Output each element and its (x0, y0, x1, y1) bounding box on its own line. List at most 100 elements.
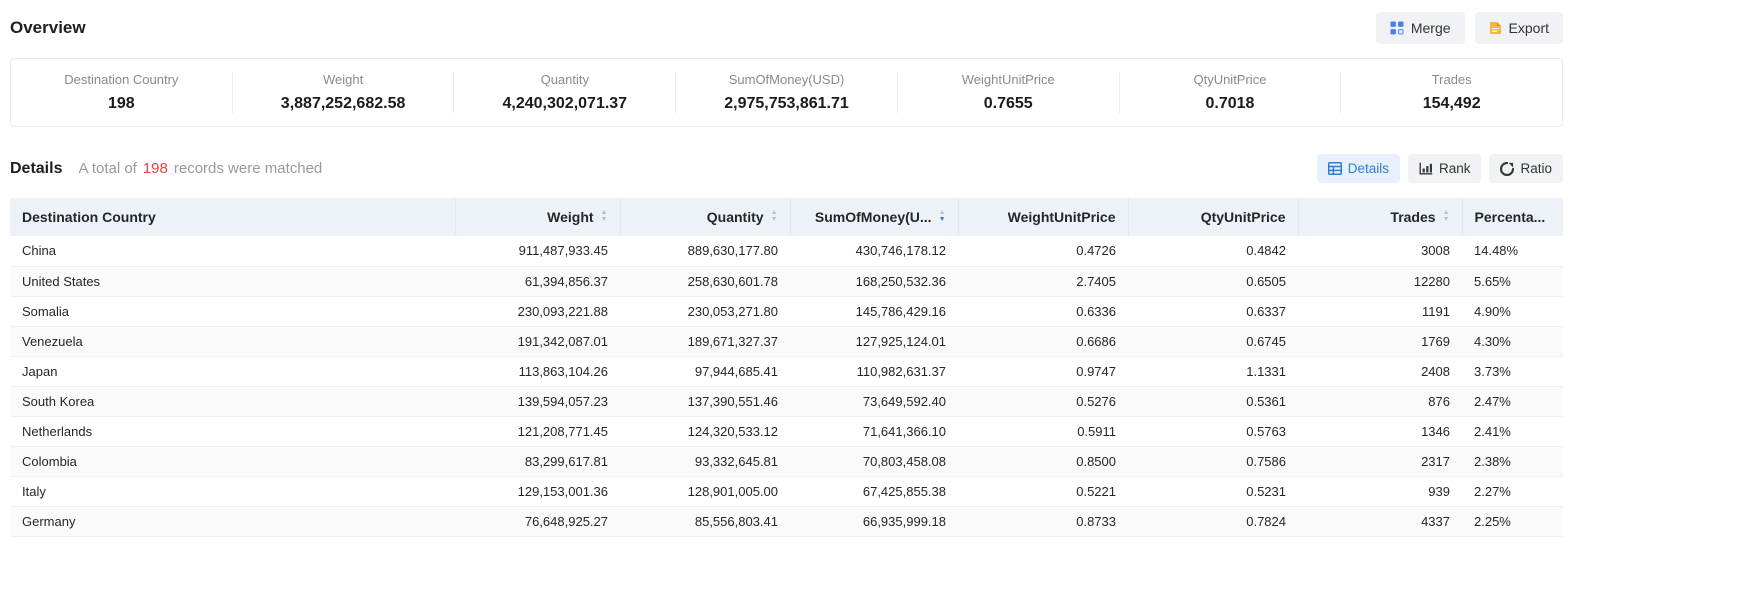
details-header: Details A total of 198 records were matc… (10, 154, 1563, 183)
table-row[interactable]: Japan 113,863,104.26 97,944,685.41 110,9… (10, 356, 1563, 386)
rank-chart-icon (1419, 162, 1433, 175)
cell-qty-unit-price: 0.7824 (1128, 506, 1298, 536)
cell-weight-unit-price: 0.5221 (958, 476, 1128, 506)
merge-icon (1390, 21, 1404, 35)
cell-weight-unit-price: 0.6336 (958, 296, 1128, 326)
cell-sum-usd: 127,925,124.01 (790, 326, 958, 356)
cell-sum-usd: 66,935,999.18 (790, 506, 958, 536)
cell-weight-unit-price: 2.7405 (958, 266, 1128, 296)
cell-trades: 12280 (1298, 266, 1462, 296)
export-button[interactable]: Export (1475, 12, 1563, 44)
cell-weight-unit-price: 0.8733 (958, 506, 1128, 536)
cell-weight: 83,299,617.81 (455, 446, 620, 476)
column-header[interactable]: QtyUnitPrice (1128, 198, 1298, 236)
column-header-label: Weight (547, 209, 593, 225)
sort-control[interactable]: ▲ ▼ (1443, 210, 1450, 224)
cell-quantity: 258,630,601.78 (620, 266, 790, 296)
cell-quantity: 128,901,005.00 (620, 476, 790, 506)
cell-qty-unit-price: 0.6745 (1128, 326, 1298, 356)
sort-desc-icon: ▼ (771, 217, 778, 224)
cell-trades: 2317 (1298, 446, 1462, 476)
column-header[interactable]: Trades ▲ ▼ (1298, 198, 1462, 236)
ratio-view-button[interactable]: Ratio (1489, 154, 1563, 183)
match-summary: A total of 198 records were matched (78, 160, 322, 177)
column-header-label: Destination Country (22, 209, 156, 225)
table-row[interactable]: Somalia 230,093,221.88 230,053,271.80 14… (10, 296, 1563, 326)
cell-trades: 1769 (1298, 326, 1462, 356)
stat-card: QtyUnitPrice 0.7018 (1119, 72, 1341, 113)
cell-country: Somalia (10, 296, 455, 326)
cell-qty-unit-price: 0.6337 (1128, 296, 1298, 326)
cell-quantity: 93,332,645.81 (620, 446, 790, 476)
column-header[interactable]: SumOfMoney(U... ▲ ▼ (790, 198, 958, 236)
stat-card: WeightUnitPrice 0.7655 (897, 72, 1119, 113)
stat-value: 4,240,302,071.37 (454, 95, 675, 113)
table-row[interactable]: Germany 76,648,925.27 85,556,803.41 66,9… (10, 506, 1563, 536)
stat-label: Weight (233, 72, 454, 87)
cell-sum-usd: 110,982,631.37 (790, 356, 958, 386)
cell-percentage: 3.73% (1462, 356, 1563, 386)
cell-weight: 61,394,856.37 (455, 266, 620, 296)
column-header[interactable]: Quantity ▲ ▼ (620, 198, 790, 236)
cell-quantity: 124,320,533.12 (620, 416, 790, 446)
details-view-label: Details (1348, 161, 1389, 176)
sort-desc-icon: ▼ (1443, 217, 1450, 224)
cell-qty-unit-price: 0.4842 (1128, 236, 1298, 266)
table-row[interactable]: United States 61,394,856.37 258,630,601.… (10, 266, 1563, 296)
cell-country: South Korea (10, 386, 455, 416)
details-view-button[interactable]: Details (1317, 154, 1400, 183)
cell-weight: 139,594,057.23 (455, 386, 620, 416)
cell-qty-unit-price: 0.7586 (1128, 446, 1298, 476)
cell-qty-unit-price: 0.5231 (1128, 476, 1298, 506)
rank-view-button[interactable]: Rank (1408, 154, 1482, 183)
cell-weight-unit-price: 0.5276 (958, 386, 1128, 416)
cell-quantity: 230,053,271.80 (620, 296, 790, 326)
topbar: Overview Merge (10, 8, 1563, 48)
column-header[interactable]: WeightUnitPrice (958, 198, 1128, 236)
sort-control[interactable]: ▲ ▼ (601, 210, 608, 224)
column-header[interactable]: Destination Country (10, 198, 455, 236)
sort-control[interactable]: ▲ ▼ (939, 210, 946, 224)
ratio-view-label: Ratio (1520, 161, 1552, 176)
column-header[interactable]: Weight ▲ ▼ (455, 198, 620, 236)
stat-card: Weight 3,887,252,682.58 (232, 72, 454, 113)
table-row[interactable]: South Korea 139,594,057.23 137,390,551.4… (10, 386, 1563, 416)
table-body: China 911,487,933.45 889,630,177.80 430,… (10, 236, 1563, 536)
column-header-label: QtyUnitPrice (1201, 209, 1286, 225)
cell-quantity: 85,556,803.41 (620, 506, 790, 536)
cell-weight-unit-price: 0.8500 (958, 446, 1128, 476)
stat-value: 154,492 (1341, 95, 1562, 113)
cell-qty-unit-price: 0.5763 (1128, 416, 1298, 446)
sort-control[interactable]: ▲ ▼ (771, 210, 778, 224)
match-count: 198 (143, 160, 168, 177)
cell-weight: 129,153,001.36 (455, 476, 620, 506)
match-suffix: records were matched (174, 160, 322, 177)
table-row[interactable]: China 911,487,933.45 889,630,177.80 430,… (10, 236, 1563, 266)
details-table: Destination Country Weight ▲ ▼ Quantity … (10, 198, 1563, 537)
merge-button[interactable]: Merge (1376, 12, 1465, 44)
table-row[interactable]: Netherlands 121,208,771.45 124,320,533.1… (10, 416, 1563, 446)
table-row[interactable]: Venezuela 191,342,087.01 189,671,327.37 … (10, 326, 1563, 356)
cell-percentage: 2.38% (1462, 446, 1563, 476)
cell-quantity: 889,630,177.80 (620, 236, 790, 266)
cell-quantity: 189,671,327.37 (620, 326, 790, 356)
column-header[interactable]: Percenta... (1462, 198, 1563, 236)
cell-weight: 113,863,104.26 (455, 356, 620, 386)
column-header-label: Quantity (707, 209, 764, 225)
cell-country: Colombia (10, 446, 455, 476)
table-row[interactable]: Colombia 83,299,617.81 93,332,645.81 70,… (10, 446, 1563, 476)
table-row[interactable]: Italy 129,153,001.36 128,901,005.00 67,4… (10, 476, 1563, 506)
column-header-label: Trades (1390, 209, 1435, 225)
cell-weight-unit-price: 0.9747 (958, 356, 1128, 386)
cell-trades: 3008 (1298, 236, 1462, 266)
cell-trades: 876 (1298, 386, 1462, 416)
cell-trades: 2408 (1298, 356, 1462, 386)
cell-trades: 939 (1298, 476, 1462, 506)
sort-desc-icon: ▼ (939, 217, 946, 224)
cell-country: Venezuela (10, 326, 455, 356)
cell-percentage: 2.25% (1462, 506, 1563, 536)
cell-trades: 4337 (1298, 506, 1462, 536)
cell-sum-usd: 67,425,855.38 (790, 476, 958, 506)
cell-weight: 121,208,771.45 (455, 416, 620, 446)
stats-bar: Destination Country 198 Weight 3,887,252… (10, 58, 1563, 127)
